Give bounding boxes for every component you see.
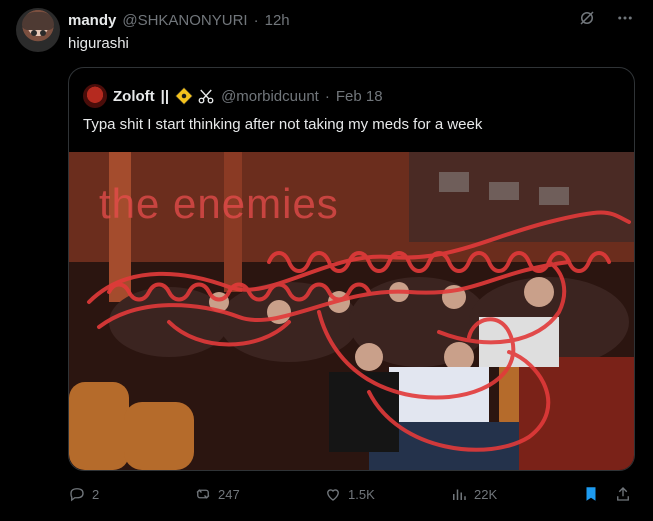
quote-text: Typa shit I start thinking after not tak… <box>83 116 483 133</box>
repost-icon <box>196 489 210 499</box>
grok-icon[interactable] <box>577 8 597 28</box>
heart-icon <box>327 489 339 501</box>
like-button[interactable]: 1.5K <box>324 484 375 504</box>
warning-badge-icon <box>175 87 194 105</box>
reply-button[interactable]: 2 <box>68 484 99 504</box>
share-button[interactable] <box>614 484 632 504</box>
scissors-icon <box>198 89 214 104</box>
quote-author-handle[interactable]: @morbidcuunt <box>221 88 319 105</box>
tweet-text: higurashi <box>68 35 129 52</box>
quote-date[interactable]: Feb 18 <box>336 88 383 105</box>
reply-icon <box>70 488 84 502</box>
views-count: 22K <box>474 486 498 502</box>
avatar-eye-right <box>40 30 46 36</box>
header-actions <box>577 8 635 28</box>
author-name[interactable]: mandy <box>68 12 116 29</box>
quote-author-suffix: || <box>160 87 170 105</box>
media-overlay-text: the enemies <box>99 180 339 227</box>
repost-button[interactable]: 247 <box>194 484 240 504</box>
tweet[interactable]: mandy @SHKANONYURI · 12h higurashi Zolof… <box>0 0 653 521</box>
quote-badges <box>175 87 215 105</box>
views-button[interactable]: 22K <box>450 484 497 504</box>
timestamp[interactable]: 12h <box>265 12 290 29</box>
share-icon <box>617 487 629 501</box>
quote-author-name[interactable]: Zoloft <box>113 88 155 105</box>
avatar[interactable] <box>16 8 60 52</box>
author-handle[interactable]: @SHKANONYURI <box>122 12 247 29</box>
quoted-tweet[interactable]: Zoloft || @morbidcuunt · Feb 18 Typa shi… <box>68 67 635 471</box>
quote-separator-dot: · <box>324 87 330 105</box>
bookmark-icon <box>586 487 596 501</box>
more-icon[interactable] <box>615 8 635 28</box>
avatar-eye-left <box>31 30 37 36</box>
quote-avatar[interactable] <box>83 84 107 108</box>
tweet-header: mandy @SHKANONYURI · 12h <box>68 10 290 30</box>
views-icon <box>453 489 466 500</box>
quote-media-image[interactable]: the enemies <box>69 152 634 470</box>
avatar-hair <box>22 12 54 30</box>
repost-count: 247 <box>218 486 240 502</box>
bookmark-button[interactable] <box>582 484 600 504</box>
reply-count: 2 <box>92 486 100 502</box>
like-count: 1.5K <box>348 486 375 502</box>
separator-dot: · <box>253 11 259 29</box>
tweet-actions: 2 247 1.5K 22K <box>68 484 633 504</box>
quote-header: Zoloft || @morbidcuunt · Feb 18 <box>83 84 383 108</box>
